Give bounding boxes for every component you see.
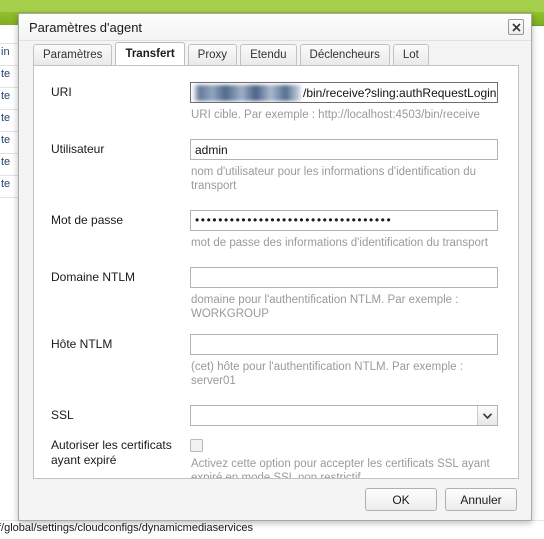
label-ntlm-domain: Domaine NTLM	[51, 270, 136, 284]
label-allow-expired-certs: Autoriser les certificats ayant expiré	[51, 438, 172, 467]
top-green-bar-highlight	[0, 0, 544, 12]
list-item: te	[1, 156, 11, 168]
ntlm-host-input[interactable]	[190, 334, 498, 355]
field-uri: URI /bin/receive?sling:authRequestLogin=…	[51, 82, 498, 122]
field-ntlm-host: Hôte NTLM (cet) hôte pour l'authentifica…	[51, 334, 498, 388]
ntlm-domain-input[interactable]	[190, 267, 498, 288]
field-password: Mot de passe •••••••••••••••••••••••••••…	[51, 210, 498, 250]
transfert-panel: URI /bin/receive?sling:authRequestLogin=…	[33, 65, 519, 479]
tab-declencheurs[interactable]: Déclencheurs	[299, 44, 390, 65]
allow-expired-certs-checkbox[interactable]	[190, 439, 203, 452]
field-user: Utilisateur nom d'utilisateur pour les i…	[51, 139, 498, 193]
transfert-form: URI /bin/receive?sling:authRequestLogin=…	[34, 66, 518, 479]
list-item: te	[1, 112, 11, 124]
tab-lot[interactable]: Lot	[392, 44, 429, 65]
uri-input[interactable]: /bin/receive?sling:authRequestLogin=1	[190, 82, 498, 103]
dialog-title: Paramètres d'agent	[29, 20, 143, 35]
hint-uri: URI cible. Par exemple : http://localhos…	[191, 109, 480, 121]
list-item: te	[1, 178, 11, 190]
password-input[interactable]: ••••••••••••••••••••••••••••••••••	[190, 210, 498, 231]
user-input[interactable]	[190, 139, 498, 160]
label-uri: URI	[51, 85, 72, 99]
dialog-titlebar: Paramètres d'agent	[19, 14, 531, 41]
chevron-down-icon[interactable]	[477, 406, 497, 425]
dialog-tabs: Paramètres Transfert Proxy Etendu Déclen…	[19, 41, 531, 65]
password-input-value: ••••••••••••••••••••••••••••••••••	[195, 213, 393, 227]
agent-settings-dialog: Paramètres d'agent Paramètres Transfert …	[18, 13, 532, 521]
label-user: Utilisateur	[51, 142, 105, 156]
tab-parametres[interactable]: Paramètres	[33, 44, 113, 65]
dialog-button-bar: OK Annuler	[19, 479, 531, 520]
field-ssl: SSL	[51, 405, 498, 426]
field-allow-expired-certs: Autoriser les certificats ayant expiré A…	[51, 435, 498, 479]
hint-allow-expired-certs: Activez cette option pour accepter les c…	[191, 458, 490, 479]
label-ntlm-host: Hôte NTLM	[51, 337, 113, 351]
close-icon[interactable]	[508, 19, 524, 35]
cancel-button[interactable]: Annuler	[445, 488, 517, 511]
tab-transfert[interactable]: Transfert	[115, 42, 185, 65]
list-item: in	[1, 46, 10, 58]
uri-input-value: /bin/receive?sling:authRequestLogin=1	[303, 86, 498, 100]
hint-user: nom d'utilisateur pour les informations …	[191, 166, 477, 192]
status-bar: f/global/settings/cloudconfigs/dynamicme…	[0, 520, 544, 539]
status-bar-path: f/global/settings/cloudconfigs/dynamicme…	[0, 522, 253, 534]
list-item: te	[1, 134, 11, 146]
ssl-select[interactable]	[190, 405, 498, 426]
ok-button[interactable]: OK	[365, 488, 437, 511]
hint-ntlm-domain: domaine pour l'authentification NTLM. Pa…	[191, 294, 459, 320]
tab-proxy[interactable]: Proxy	[187, 44, 238, 65]
label-password: Mot de passe	[51, 213, 124, 227]
field-ntlm-domain: Domaine NTLM domaine pour l'authentifica…	[51, 267, 498, 321]
label-ssl: SSL	[51, 408, 74, 422]
hint-ntlm-host: (cet) hôte pour l'authentification NTLM.…	[191, 361, 463, 387]
tab-etendu[interactable]: Etendu	[240, 44, 297, 65]
hint-password: mot de passe des informations d'identifi…	[191, 237, 488, 249]
list-item: te	[1, 68, 11, 80]
list-item: te	[1, 90, 11, 102]
redacted-host-block	[193, 85, 301, 101]
